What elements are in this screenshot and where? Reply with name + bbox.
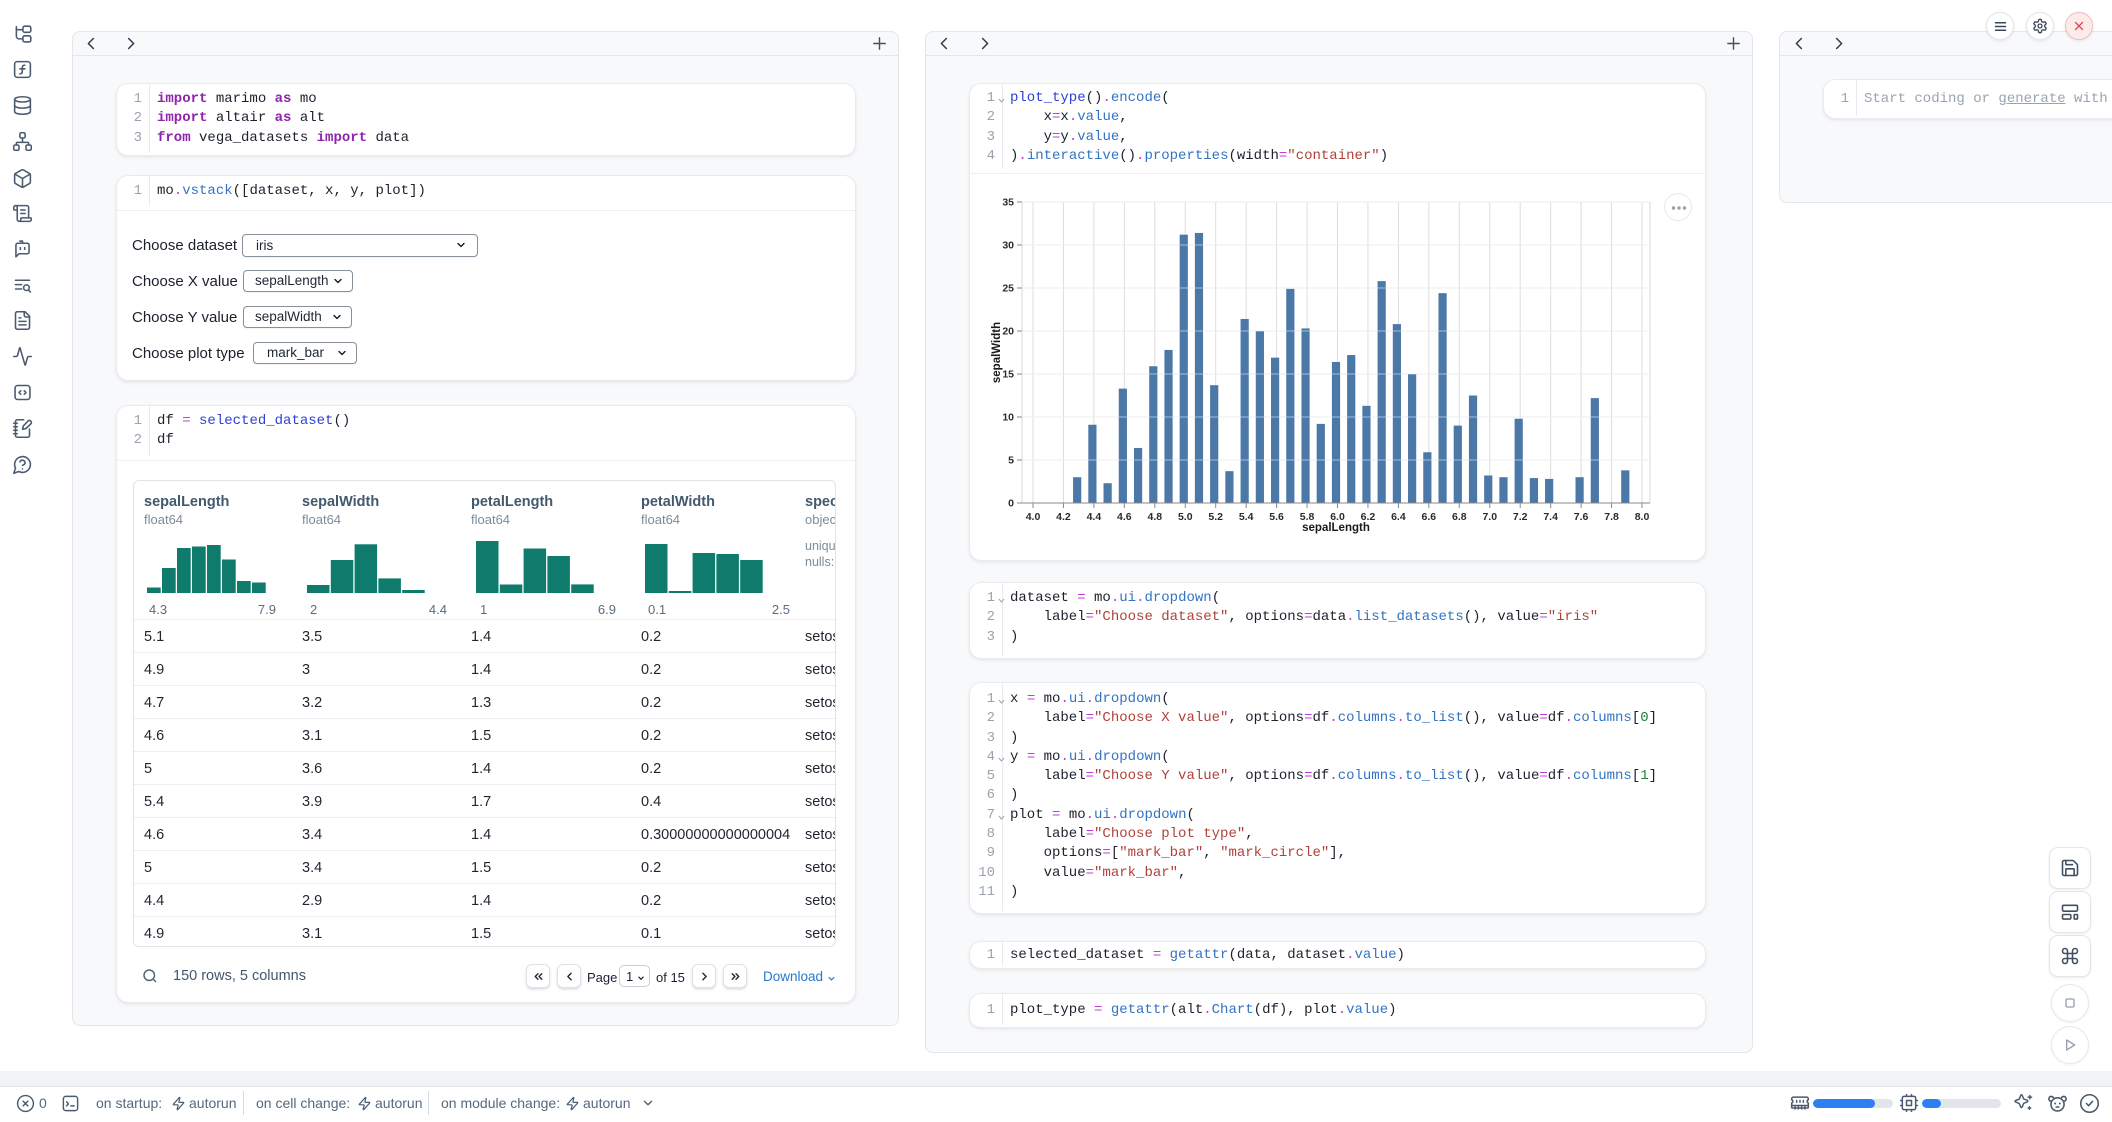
svg-text:15: 15 [1002,369,1014,381]
svg-text:25: 25 [1002,283,1014,295]
svg-text:8.0: 8.0 [1635,511,1650,523]
svg-text:7.8: 7.8 [1604,511,1619,523]
svg-text:5.4: 5.4 [1239,511,1254,523]
svg-text:4.8: 4.8 [1147,511,1162,523]
svg-text:7.0: 7.0 [1482,511,1497,523]
svg-text:6.6: 6.6 [1422,511,1437,523]
svg-text:7.6: 7.6 [1574,511,1589,523]
svg-text:4.4: 4.4 [1087,511,1102,523]
svg-text:35: 35 [1002,197,1014,209]
svg-text:4.2: 4.2 [1056,511,1071,523]
svg-text:5: 5 [1008,455,1014,467]
svg-text:7.4: 7.4 [1543,511,1558,523]
svg-text:6.8: 6.8 [1452,511,1467,523]
svg-text:20: 20 [1002,326,1014,338]
svg-text:30: 30 [1002,240,1014,252]
svg-text:4.0: 4.0 [1026,511,1041,523]
svg-text:sepalLength: sepalLength [1302,522,1370,534]
svg-text:sepalWidth: sepalWidth [991,322,1003,383]
svg-text:10: 10 [1002,412,1014,424]
svg-text:4.6: 4.6 [1117,511,1132,523]
svg-text:7.2: 7.2 [1513,511,1528,523]
svg-text:5.2: 5.2 [1208,511,1223,523]
svg-text:5.0: 5.0 [1178,511,1193,523]
svg-text:6.4: 6.4 [1391,511,1406,523]
svg-text:5.6: 5.6 [1269,511,1284,523]
svg-text:0: 0 [1008,498,1014,510]
